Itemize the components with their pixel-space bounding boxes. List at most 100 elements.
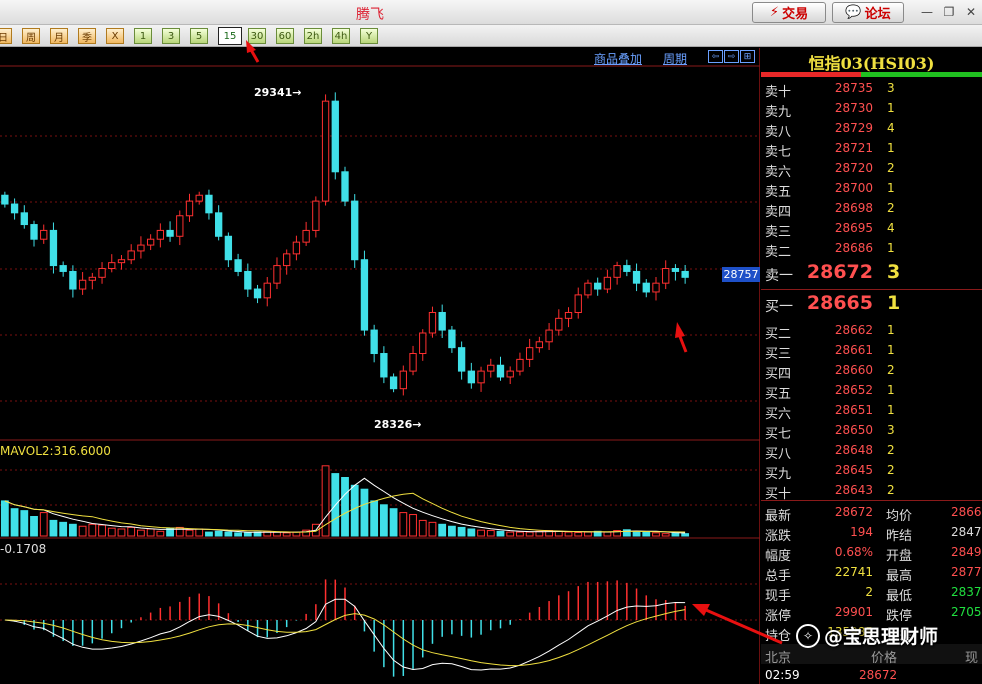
chart-area[interactable]: 商品叠加 周期 ⇦ ⇨ ⊞ 29341→ 28326→ 28757 MAVOL2… [0, 48, 760, 684]
volume-bar [185, 529, 194, 537]
ask-row[interactable]: 卖五 28700 1 [761, 178, 982, 200]
candle-body [351, 200, 359, 261]
ask-row[interactable]: 卖七 28721 1 [761, 138, 982, 160]
candle-body [273, 265, 281, 284]
period-button-5[interactable]: 1 [134, 28, 152, 44]
period-button-12[interactable]: 4h [332, 28, 350, 44]
candle-body [477, 370, 485, 384]
volume-bar [671, 532, 680, 537]
bid-row[interactable]: 买二 28662 1 [761, 320, 982, 342]
volume-bar [370, 500, 379, 537]
ask-row[interactable]: 卖六 28720 2 [761, 158, 982, 180]
bid-vol: 1 [887, 343, 895, 357]
scroll-right-icon[interactable]: ⇨ [724, 50, 739, 63]
ask-row[interactable]: 卖二 28686 1 [761, 238, 982, 260]
candle-body [623, 265, 631, 272]
candle-body [564, 311, 573, 319]
ask-row[interactable]: 卖四 28698 2 [761, 198, 982, 220]
zoom-icon[interactable]: ⊞ [740, 50, 755, 63]
volume-bar [418, 519, 427, 537]
volume-bar [525, 531, 534, 537]
bid-price: 28643 [834, 483, 873, 497]
candle-body [487, 364, 495, 372]
ask-vol: 1 [887, 101, 895, 115]
quote-panel: 恒指03(HSI03) 卖十 28735 3 卖九 28730 1 卖八 28729 4 卖七 28… [761, 48, 982, 684]
stat-v2: 2849 [951, 545, 982, 559]
tick-tab-0[interactable]: 北京 [765, 647, 791, 666]
period-button-6[interactable]: 3 [162, 28, 180, 44]
bid-row[interactable]: 买三 28661 1 [761, 340, 982, 362]
period-button-9[interactable]: 30 [248, 28, 266, 44]
candle-body [516, 358, 524, 372]
candle-body [312, 200, 320, 231]
candle-body [78, 279, 87, 290]
candle-body [166, 229, 174, 237]
trade-button[interactable]: ⚡ 交易 [752, 2, 826, 23]
candle-body [428, 311, 437, 334]
volume-bar [379, 504, 388, 537]
volume-bar [496, 530, 505, 537]
bid-row[interactable]: 买六 28651 1 [761, 400, 982, 422]
period-button-8[interactable]: 15 [218, 27, 242, 45]
period-link[interactable]: 周期 [663, 50, 687, 67]
period-button-3[interactable]: 季 [78, 28, 96, 44]
ask-row[interactable]: 卖一 28672 3 [761, 261, 982, 284]
ask-price: 28721 [834, 141, 873, 155]
candle-body [594, 282, 602, 290]
tick-tab-2[interactable]: 现 [965, 647, 978, 666]
bid-row[interactable]: 买七 28650 3 [761, 420, 982, 442]
bid-row[interactable]: 买十 28643 2 [761, 480, 982, 502]
stat-v2: 2877 [951, 565, 982, 579]
period-button-7[interactable]: 5 [190, 28, 208, 44]
candle-body [662, 268, 670, 284]
candle-body [137, 244, 145, 252]
ask-row[interactable]: 卖十 28735 3 [761, 78, 982, 100]
period-button-13[interactable]: Y [360, 28, 378, 44]
ask-vol: 2 [887, 161, 895, 175]
volume-bar [438, 523, 447, 537]
bid-row[interactable]: 买一 28665 1 [761, 292, 982, 315]
candle-body [98, 268, 106, 278]
period-button-0[interactable]: 日 [0, 28, 12, 44]
instrument-title: 恒指03(HSI03) [808, 54, 935, 73]
ask-ratio-fill [761, 72, 861, 77]
period-button-2[interactable]: 月 [50, 28, 68, 44]
candle-body [419, 332, 427, 355]
stat-row: 现手 2 最低 2837 [761, 582, 982, 604]
candle-body [156, 229, 165, 240]
bid-row[interactable]: 买四 28660 2 [761, 360, 982, 382]
period-button-1[interactable]: 周 [22, 28, 40, 44]
period-button-11[interactable]: 2h [304, 28, 322, 44]
bid-price: 28645 [834, 463, 873, 477]
candle-body [652, 282, 660, 293]
forum-button[interactable]: 💬 论坛 [832, 2, 904, 23]
ask-vol: 1 [887, 141, 895, 155]
bid-price: 28662 [834, 323, 873, 337]
scroll-left-icon[interactable]: ⇦ [708, 50, 723, 63]
ask-row[interactable]: 卖八 28729 4 [761, 118, 982, 140]
watermark-text: @宝思理财师 [824, 626, 939, 648]
overlay-link[interactable]: 商品叠加 [594, 50, 642, 67]
period-button-4[interactable]: X [106, 28, 124, 44]
maximize-icon[interactable]: ❐ [940, 3, 958, 21]
volume-bar [467, 528, 476, 537]
candle-body [108, 262, 116, 270]
volume-bar [88, 523, 97, 537]
period-button-10[interactable]: 60 [276, 28, 294, 44]
bid-row[interactable]: 买五 28652 1 [761, 380, 982, 402]
period-toolbar: 日周月季 X 1 3 5 15 30 60 2h 4h Y [0, 25, 982, 47]
volume-bar [632, 530, 641, 537]
stat-v2: 2837 [951, 585, 982, 599]
bid-row[interactable]: 买八 28648 2 [761, 440, 982, 462]
candle-body [341, 171, 349, 202]
candle-body [496, 364, 505, 378]
ask-row[interactable]: 卖九 28730 1 [761, 98, 982, 120]
bid-row[interactable]: 买九 28645 2 [761, 460, 982, 482]
candle-body [613, 265, 621, 278]
close-icon[interactable]: ✕ [962, 3, 980, 21]
tick-tab-1[interactable]: 价格 [871, 647, 897, 666]
candlestick-chart[interactable] [0, 48, 760, 684]
ask-row[interactable]: 卖三 28695 4 [761, 218, 982, 240]
minimize-icon[interactable]: — [918, 3, 936, 21]
candle-body [642, 282, 650, 293]
